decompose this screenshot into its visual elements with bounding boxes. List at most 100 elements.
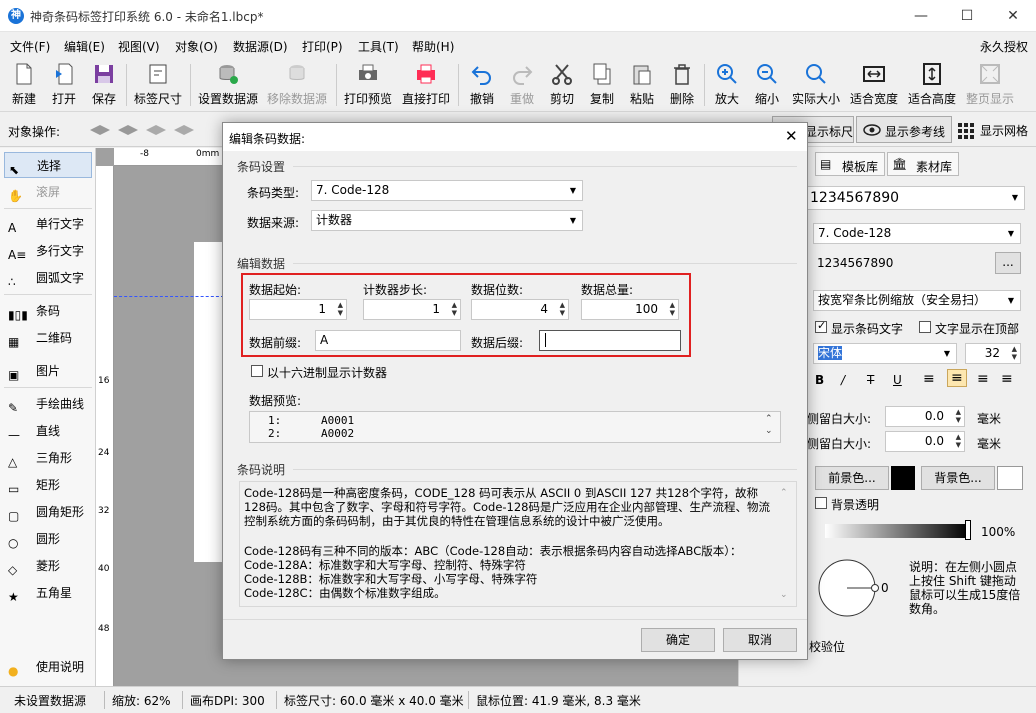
tool-multi-line-text[interactable]: A≡ 多行文字 [4,238,92,264]
justify-icon[interactable]: ≡ [1001,371,1013,387]
menu-view[interactable]: 视图(V) [118,38,160,55]
underline-icon[interactable]: U [893,373,902,387]
foreground-swatch[interactable] [891,466,915,490]
tool-triangle[interactable]: △ 三角形 [4,445,92,471]
tool-single-line-text[interactable]: A 单行文字 [4,211,92,237]
redo-button[interactable]: 重做 [506,60,538,110]
tool-diamond[interactable]: ◇ 菱形 [4,553,92,579]
tab-assets[interactable]: 🏛 素材库 [887,152,959,176]
undo-button[interactable]: 撤销 [466,60,498,110]
menu-edit[interactable]: 编辑(E) [64,38,105,55]
circle-icon: ○ [8,536,19,550]
menu-bar: 文件(F) 编辑(E) 视图(V) 对象(O) 数据源(D) 打印(P) 工具(… [0,32,1036,56]
print-preview-button[interactable]: 打印预览 [343,60,393,110]
total-spinner[interactable]: 100 ▲ ▼ [581,299,679,320]
close-window-button[interactable]: ✕ [990,0,1036,32]
tool-qrcode[interactable]: ▦ 二维码 [4,325,92,351]
menu-help[interactable]: 帮助(H) [412,38,454,55]
help-guide-button[interactable]: ● 使用说明 [4,654,92,680]
digits-spinner[interactable]: 4 ▲ ▼ [471,299,569,320]
tool-circle[interactable]: ○ 圆形 [4,526,92,552]
menu-print[interactable]: 打印(P) [302,38,343,55]
zoom-out-button[interactable]: 缩小 [751,60,783,110]
fit-width-button[interactable]: 适合宽度 [848,60,900,110]
zoom-in-label: 放大 [714,92,739,106]
tool-line[interactable]: — 直线 [4,418,92,444]
cut-button[interactable]: 剪切 [546,60,578,110]
fit-height-button[interactable]: 适合高度 [906,60,958,110]
minimize-button[interactable]: — [898,0,944,32]
menu-file[interactable]: 文件(F) [10,38,50,55]
foreground-color-button[interactable]: 前景色... [815,466,889,490]
new-button[interactable]: 新建 [8,60,40,110]
tool-arc-text[interactable]: ∴ 圆弧文字 [4,265,92,291]
label-size-button[interactable]: 标签尺寸 [132,60,184,110]
tool-rounded-rect[interactable]: ▢ 圆角矩形 [4,499,92,525]
barcode-type-combo[interactable]: 7. Code-128 ▼ [813,223,1021,244]
menu-tools[interactable]: 工具(T) [358,38,399,55]
transparent-bg-checkbox[interactable] [815,497,827,509]
scroll-up-icon[interactable]: ⌃ [780,488,788,498]
suffix-input[interactable] [539,330,681,351]
italic-icon[interactable]: / [841,373,845,387]
ok-button[interactable]: 确定 [641,628,715,652]
menu-object[interactable]: 对象(O) [175,38,218,55]
data-preview-list[interactable]: 1: A0001 2: A0002 [249,411,781,443]
tool-rectangle[interactable]: ▭ 矩形 [4,472,92,498]
set-datasource-button[interactable]: 设置数据源 [197,60,259,110]
barcode-type-select[interactable]: 7. Code-128 ▼ [311,180,583,201]
opacity-slider-handle[interactable] [965,520,971,540]
tool-freehand[interactable]: ✎ 手绘曲线 [4,391,92,417]
tool-pan[interactable]: ✋ 滚屏 [4,179,92,205]
cancel-button[interactable]: 取消 [723,628,797,652]
left-margin-spinner[interactable]: 0.0 ▲ ▼ [885,406,965,427]
scroll-arrows-icon[interactable]: ⌃ ⌄ [765,413,773,437]
full-page-button[interactable]: 整页显示 [964,60,1016,110]
open-button[interactable]: 打开 [48,60,80,110]
align-left-icon[interactable]: ≡ [923,371,935,387]
start-spinner[interactable]: 1 ▲ ▼ [249,299,347,320]
step-spinner[interactable]: 1 ▲ ▼ [363,299,461,320]
maximize-button[interactable]: ☐ [944,0,990,32]
remove-datasource-button[interactable]: 移除数据源 [266,60,328,110]
hex-counter-checkbox[interactable] [251,365,263,377]
show-guides-toggle[interactable]: 显示参考线 [856,116,952,143]
right-margin-spinner[interactable]: 0.0 ▲ ▼ [885,431,965,452]
tool-barcode[interactable]: ▮▯▮ 条码 [4,298,92,324]
direct-print-button[interactable]: 直接打印 [401,60,451,110]
text-top-checkbox[interactable] [919,321,931,333]
save-button[interactable]: 保存 [88,60,120,110]
data-value-combo[interactable]: 1234567890 ▼ [805,186,1025,210]
data-text-field[interactable]: 1234567890 [817,256,893,270]
background-swatch[interactable] [997,466,1023,490]
show-grid-toggle[interactable]: 显示网格 [954,116,1034,143]
bold-icon[interactable]: B [815,373,824,387]
scaling-combo[interactable]: 按宽窄条比例缩放（安全易扫） ▼ [813,290,1021,311]
opacity-slider[interactable] [825,524,969,538]
font-combo[interactable]: 宋体 ▼ [813,343,957,364]
data-source-select[interactable]: 计数器 ▼ [311,210,583,231]
label-paper[interactable] [194,242,224,562]
lightbulb-icon: ● [8,664,19,678]
actual-size-button[interactable]: 实际大小 [790,60,842,110]
strikethrough-icon[interactable]: T [867,373,874,387]
font-size-spinner[interactable]: 32 ▲ ▼ [965,343,1021,364]
show-text-checkbox[interactable]: ✓ [815,319,827,333]
delete-button[interactable]: 删除 [666,60,698,110]
prefix-input[interactable]: A [315,330,461,351]
align-right-icon[interactable]: ≡ [977,371,989,387]
more-button[interactable]: ... [995,252,1021,274]
tool-image[interactable]: ▣ 图片 [4,358,92,384]
paste-button[interactable]: 粘贴 [626,60,658,110]
zoom-in-button[interactable]: 放大 [711,60,743,110]
tab-templates[interactable]: ▤ 模板库 [815,152,885,176]
close-icon[interactable]: ✕ [785,127,798,145]
background-color-button[interactable]: 背景色... [921,466,995,490]
copy-button[interactable]: 复制 [586,60,618,110]
scroll-down-icon[interactable]: ⌄ [780,590,788,600]
tool-star[interactable]: ★ 五角星 [4,580,92,606]
dropdown-arrow-icon: ▼ [1011,193,1018,202]
align-center-icon[interactable]: ≡ [947,369,967,387]
tool-select[interactable]: ⬉ 选择 [4,152,92,178]
menu-datasource[interactable]: 数据源(D) [233,38,288,55]
